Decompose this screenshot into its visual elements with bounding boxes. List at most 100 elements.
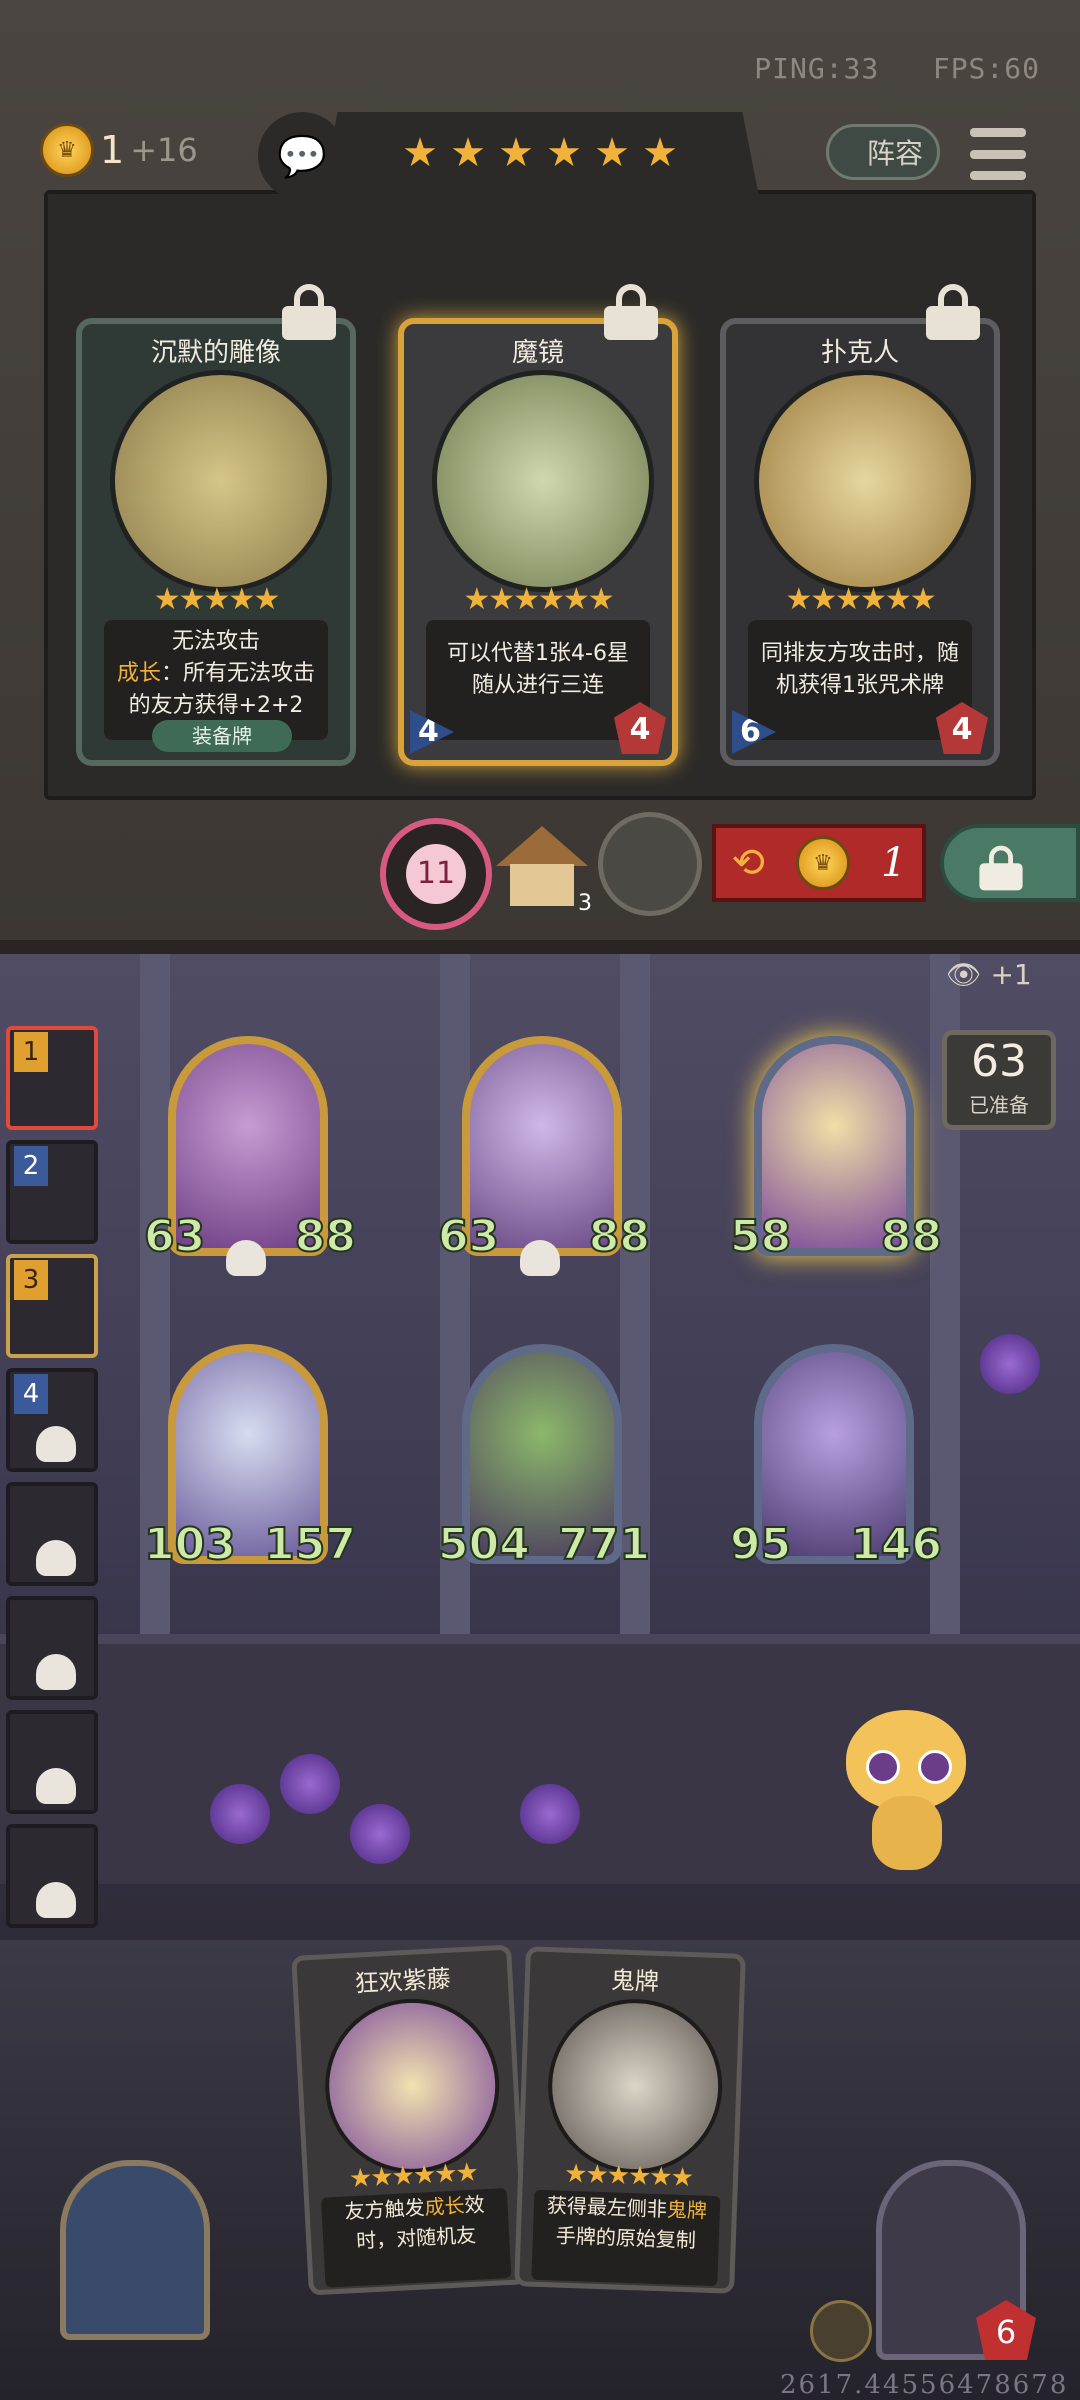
star-row: ★★★★★★ xyxy=(563,2158,693,2194)
rose-decoration xyxy=(210,1784,270,1844)
hero-power-slot[interactable] xyxy=(60,2160,210,2340)
skull-icon xyxy=(36,1882,76,1918)
card-portrait xyxy=(545,1996,726,2177)
hamburger-icon-bar xyxy=(970,149,1026,159)
minion-attack: 63 xyxy=(143,1210,206,1263)
board-minion[interactable]: 103 157 xyxy=(143,1344,357,1574)
player-rank: 3 xyxy=(14,1260,48,1300)
player-slot[interactable]: 3 xyxy=(6,1254,98,1358)
minion-attack: 58 xyxy=(729,1210,792,1263)
rose-decoration xyxy=(520,1784,580,1844)
desc-text: 效 xyxy=(463,2192,486,2218)
skull-icon xyxy=(36,1426,76,1462)
board-minion[interactable]: 58 88 xyxy=(729,1036,943,1266)
ready-counter: 63 已准备 xyxy=(942,1030,1056,1130)
freeze-button[interactable] xyxy=(598,812,702,916)
card-title: 沉默的雕像 xyxy=(150,338,281,368)
card-description: 获得最左侧非鬼牌 手牌的原始复制 xyxy=(531,2189,721,2287)
hand-card-revel-wisteria[interactable]: 狂欢紫藤 ★★★★★★ 友方触发成长效 时，对随机友 xyxy=(291,1944,529,2296)
refresh-count-value: 11 xyxy=(406,844,466,904)
board-minion[interactable]: 95 146 xyxy=(729,1344,943,1574)
tavern-star-icon: ★ xyxy=(594,130,630,176)
menu-button[interactable] xyxy=(970,128,1026,180)
board-minion[interactable]: 63 88 xyxy=(437,1036,651,1276)
desc-line: 手牌的原始复制 xyxy=(555,2223,697,2253)
minion-attack: 63 xyxy=(437,1210,500,1263)
desc-line: 的友方获得+2+2 xyxy=(128,693,304,718)
rose-decoration xyxy=(350,1804,410,1864)
tavern-star-banner: ★ ★ ★ ★ ★ ★ xyxy=(320,112,760,202)
shop-card-poker-man[interactable]: 扑克人 ★★★★★★ 同排友方攻击时，随 机获得1张咒术牌 6 4 xyxy=(720,284,1000,766)
player-rank: 1 xyxy=(14,1032,48,1072)
card-description: 友方触发成长效 时，对随机友 xyxy=(320,2188,512,2288)
reroll-button[interactable]: ⟲ ♛ 1 xyxy=(712,824,926,902)
tavern-star-icon: ★ xyxy=(450,130,486,176)
keyword-growth: 成长 xyxy=(423,2193,466,2220)
eye-icon: 👁 xyxy=(946,958,982,991)
shop-card-magic-mirror[interactable]: 魔镜 ★★★★★★ 可以代替1张4-6星 随从进行三连 4 4 xyxy=(398,284,678,766)
player-slot[interactable]: 4 xyxy=(6,1368,98,1472)
tavern-upgrade-button[interactable]: 3 xyxy=(496,816,592,916)
card-portrait xyxy=(432,370,654,592)
equipment-tag: 装备牌 xyxy=(152,720,292,752)
board-minion[interactable]: 504 771 xyxy=(437,1344,651,1574)
card-stars: ★★★★★ xyxy=(82,582,350,617)
card-title: 鬼牌 xyxy=(610,1966,660,1996)
lineup-button[interactable]: 阵容 xyxy=(826,124,940,180)
star-row: ★★★★★★ xyxy=(785,582,936,617)
cat-pet[interactable] xyxy=(836,1700,976,1870)
unlock-shop-button[interactable] xyxy=(940,824,1080,902)
hand-card-joker[interactable]: 鬼牌 ★★★★★★ 获得最左侧非鬼牌 手牌的原始复制 xyxy=(514,1946,746,2294)
minion-attack: 95 xyxy=(729,1518,792,1571)
house-wall xyxy=(510,864,574,906)
minion-health: 88 xyxy=(294,1210,357,1263)
tavern-star-icon: ★ xyxy=(402,130,438,176)
tavern-star-icon: ★ xyxy=(642,130,678,176)
desc-line: 机获得1张咒术牌 xyxy=(776,673,944,698)
skull-icon xyxy=(36,1540,76,1576)
player-rank: 4 xyxy=(14,1374,48,1414)
minion-health: 88 xyxy=(588,1210,651,1263)
player-slot[interactable] xyxy=(6,1710,98,1814)
gold-coin-icon: ♛ xyxy=(40,123,94,177)
rose-decoration xyxy=(280,1754,340,1814)
player-slot[interactable] xyxy=(6,1482,98,1586)
keyword-joker: 鬼牌 xyxy=(666,2197,708,2223)
cat-body xyxy=(872,1796,942,1870)
desc-line: 可以代替1张4-6星 xyxy=(447,641,629,666)
player-rank: 2 xyxy=(14,1146,48,1186)
house-icon xyxy=(496,826,588,866)
gold-income: +16 xyxy=(130,131,198,169)
player-slot[interactable]: 2 xyxy=(6,1140,98,1244)
lineup-label: 阵容 xyxy=(866,137,923,170)
refresh-arrow-icon: ⟲ xyxy=(731,840,766,886)
player-slot[interactable] xyxy=(6,1824,98,1928)
shop-card-silent-statue[interactable]: 沉默的雕像 ★★★★★ 无法攻击 成长：所有无法攻击 的友方获得+2+2 装备牌 xyxy=(76,284,356,766)
player-slot[interactable]: 1 xyxy=(6,1026,98,1130)
board-minion[interactable]: 63 88 xyxy=(143,1036,357,1276)
player-slot[interactable] xyxy=(6,1596,98,1700)
tavern-star-icon: ★ xyxy=(546,130,582,176)
card-title: 扑克人 xyxy=(820,338,899,368)
gold-coin-icon: ♛ xyxy=(796,836,851,890)
minion-health: 88 xyxy=(880,1210,943,1263)
ready-label: 已准备 xyxy=(969,1093,1029,1117)
gold-amount: 1 xyxy=(100,128,125,172)
hamburger-icon-bar xyxy=(970,128,1026,137)
cat-eye xyxy=(918,1750,952,1784)
buddy-gem-icon[interactable] xyxy=(810,2300,872,2362)
fps-readout: FPS:60 xyxy=(932,52,1040,85)
game-id: 2617.44556478678 xyxy=(780,2370,1069,2400)
chat-bubble-icon: 💬 xyxy=(277,133,327,180)
chat-button[interactable]: 💬 xyxy=(258,112,346,200)
skull-icon xyxy=(36,1768,76,1804)
rose-decoration xyxy=(980,1334,1040,1394)
minion-health: 146 xyxy=(849,1518,943,1571)
tavern-star-icon: ★ xyxy=(498,130,534,176)
desc-line: 成长：所有无法攻击 xyxy=(104,658,328,690)
tavern-stars: ★ ★ ★ ★ ★ ★ xyxy=(320,112,760,176)
desc-line: 无法攻击 xyxy=(171,629,260,654)
desc-text: 获得最左侧非 xyxy=(546,2193,668,2222)
skull-icon xyxy=(520,1240,560,1276)
tavern-level: 3 xyxy=(578,891,592,916)
